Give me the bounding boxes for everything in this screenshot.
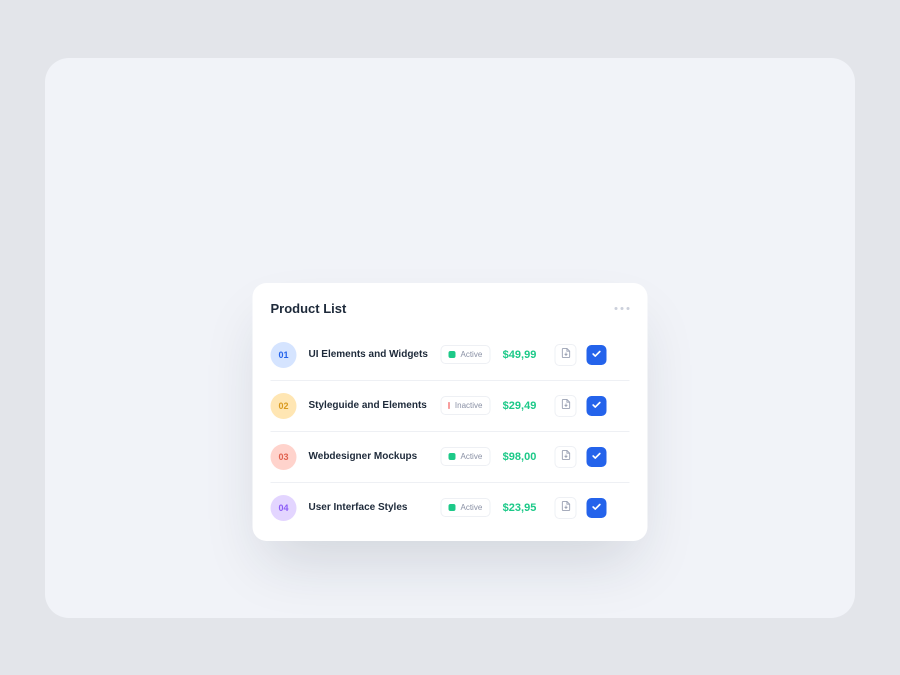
status-dot-icon [449, 351, 456, 358]
status-dot-icon [449, 504, 456, 511]
select-checkbox[interactable] [587, 345, 607, 365]
status-label: Active [461, 503, 483, 512]
table-row: 04 User Interface Styles Active $23,95 [271, 483, 630, 533]
table-row: 01 UI Elements and Widgets Active $49,99 [271, 330, 630, 381]
file-download-icon [560, 397, 571, 415]
check-icon [592, 499, 602, 517]
product-name: UI Elements and Widgets [309, 349, 441, 360]
table-row: 03 Webdesigner Mockups Active $98,00 [271, 432, 630, 483]
price-value: $49,99 [491, 349, 549, 361]
select-checkbox[interactable] [587, 447, 607, 467]
row-number-badge: 04 [271, 495, 297, 521]
status-label: Active [461, 350, 483, 359]
file-download-icon [560, 346, 571, 364]
more-menu[interactable] [615, 307, 630, 310]
check-icon [592, 448, 602, 466]
file-download-icon [560, 448, 571, 466]
product-list-card: Product List 01 UI Elements and Widgets Ac… [253, 283, 648, 541]
table-row: 02 Styleguide and Elements Inactive $29,49 [271, 381, 630, 432]
download-button[interactable] [555, 446, 577, 468]
file-download-icon [560, 499, 571, 517]
rows-container: 01 UI Elements and Widgets Active $49,99 02 S… [271, 330, 630, 533]
ellipsis-icon [615, 307, 618, 310]
check-icon [592, 397, 602, 415]
status-pill: Inactive [441, 396, 491, 415]
row-number-badge: 03 [271, 444, 297, 470]
status-pill: Active [441, 447, 491, 466]
status-pill: Active [441, 345, 491, 364]
row-number-badge: 01 [271, 342, 297, 368]
select-checkbox[interactable] [587, 396, 607, 416]
download-button[interactable] [555, 344, 577, 366]
status-pill: Active [441, 498, 491, 517]
download-button[interactable] [555, 395, 577, 417]
canvas: Product List 01 UI Elements and Widgets Ac… [45, 58, 855, 618]
status-label: Inactive [455, 401, 483, 410]
price-value: $29,49 [491, 400, 549, 412]
download-button[interactable] [555, 497, 577, 519]
card-title: Product List [271, 301, 347, 316]
product-name: Styleguide and Elements [309, 400, 441, 411]
ellipsis-icon [621, 307, 624, 310]
ellipsis-icon [627, 307, 630, 310]
select-checkbox[interactable] [587, 498, 607, 518]
price-value: $23,95 [491, 502, 549, 514]
price-value: $98,00 [491, 451, 549, 463]
card-header: Product List [271, 301, 630, 316]
check-icon [592, 346, 602, 364]
status-label: Active [461, 452, 483, 461]
status-dot-icon [449, 453, 456, 460]
product-name: User Interface Styles [309, 502, 441, 513]
row-number-badge: 02 [271, 393, 297, 419]
status-dot-icon [449, 402, 450, 409]
product-name: Webdesigner Mockups [309, 451, 441, 462]
